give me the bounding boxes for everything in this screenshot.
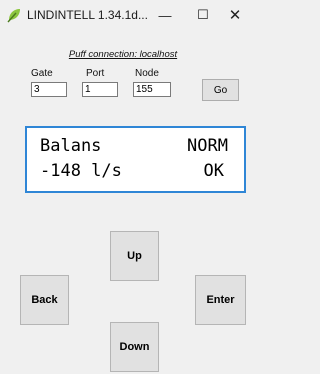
close-icon: ✕ <box>228 7 242 24</box>
minimize-button[interactable]: — <box>148 0 182 30</box>
window-title: LINDINTELL 1.34.1d... <box>27 8 148 22</box>
leaf-icon <box>7 9 20 23</box>
up-button-label: Up <box>127 250 142 262</box>
port-input[interactable] <box>82 82 118 97</box>
maximize-button[interactable]: ☐ <box>186 0 220 30</box>
lcd-display: Balans NORM -148 l/s OK <box>25 126 246 193</box>
back-button-label: Back <box>31 294 58 306</box>
connection-status: Puff connection: localhost <box>0 44 246 62</box>
gate-label: Gate <box>31 68 53 79</box>
display-line2-left: -148 l/s <box>40 161 122 181</box>
enter-button-label: Enter <box>206 294 235 306</box>
display-line1-left: Balans <box>40 136 102 156</box>
node-input[interactable] <box>133 82 171 97</box>
node-label: Node <box>135 68 159 79</box>
gate-input[interactable] <box>31 82 67 97</box>
close-button[interactable]: ✕ <box>224 0 246 30</box>
connection-link[interactable]: Puff connection: localhost <box>69 49 177 60</box>
display-line2-right: OK <box>203 161 224 181</box>
back-button[interactable]: Back <box>20 275 69 325</box>
port-label: Port <box>86 68 105 79</box>
display-line1-right: NORM <box>187 136 228 156</box>
maximize-icon: ☐ <box>197 7 209 22</box>
down-button-label: Down <box>119 341 150 353</box>
title-bar: LINDINTELL 1.34.1d... — ☐ ✕ <box>0 0 246 30</box>
enter-button[interactable]: Enter <box>195 275 246 325</box>
minimize-icon: — <box>158 7 172 23</box>
down-button[interactable]: Down <box>110 322 159 372</box>
go-button[interactable]: Go <box>202 79 239 101</box>
up-button[interactable]: Up <box>110 231 159 281</box>
go-button-label: Go <box>213 84 228 96</box>
